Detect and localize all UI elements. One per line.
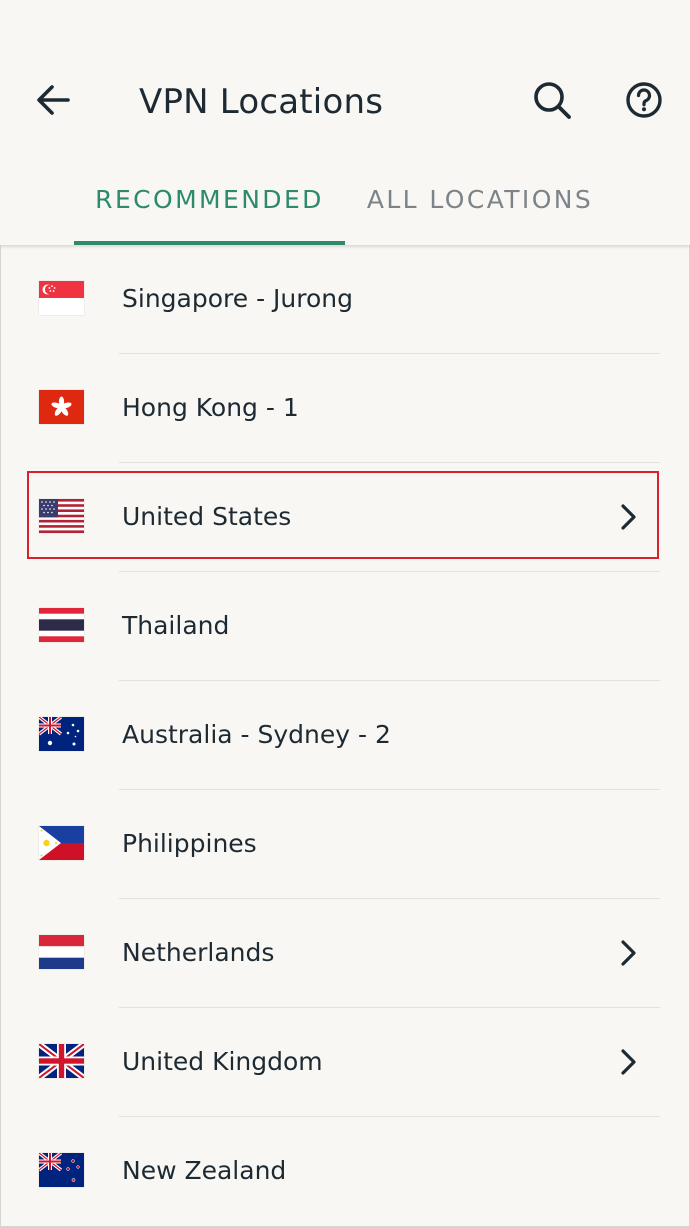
location-item-australia[interactable]: Australia - Sydney - 2: [0, 681, 690, 790]
location-item-thailand[interactable]: Thailand: [0, 572, 690, 681]
location-name: Singapore - Jurong: [122, 284, 353, 313]
help-circle-icon: [626, 82, 662, 118]
location-item-new-zealand[interactable]: New Zealand: [0, 1117, 690, 1226]
location-name: Australia - Sydney - 2: [122, 720, 391, 749]
location-name: New Zealand: [122, 1156, 287, 1185]
australia-flag-icon: [39, 717, 84, 751]
search-icon: [534, 82, 571, 119]
location-name: United Kingdom: [122, 1047, 323, 1076]
philippines-flag-icon: [39, 826, 84, 860]
new-zealand-flag-icon: [39, 1153, 84, 1187]
chevron-right-icon[interactable]: [612, 937, 644, 969]
location-item-netherlands[interactable]: Netherlands: [0, 899, 690, 1008]
location-item-united-states[interactable]: United States: [0, 463, 690, 572]
netherlands-flag-icon: [39, 935, 84, 969]
page-title: VPN Locations: [139, 82, 384, 122]
location-name: Netherlands: [122, 938, 275, 967]
active-tab-indicator: [74, 241, 345, 245]
arrow-left-icon: [37, 85, 70, 115]
location-name: Hong Kong - 1: [122, 393, 299, 422]
back-button[interactable]: [30, 78, 78, 122]
location-name: Thailand: [122, 611, 230, 640]
location-name: Philippines: [122, 829, 257, 858]
tab-recommended[interactable]: RECOMMENDED: [74, 160, 345, 244]
help-button[interactable]: [620, 76, 668, 124]
united-kingdom-flag-icon: [39, 1044, 84, 1078]
chevron-right-icon[interactable]: [612, 1046, 644, 1078]
location-name: United States: [122, 502, 292, 531]
united-states-flag-icon: [39, 499, 84, 533]
thailand-flag-icon: [39, 608, 84, 642]
location-item-united-kingdom[interactable]: United Kingdom: [0, 1008, 690, 1117]
singapore-flag-icon: [39, 281, 84, 315]
hong-kong-flag-icon: [39, 390, 84, 424]
location-item-philippines[interactable]: Philippines: [0, 790, 690, 899]
tab-all-locations[interactable]: ALL LOCATIONS: [345, 160, 615, 244]
search-button[interactable]: [528, 76, 576, 124]
location-item-hong-kong[interactable]: Hong Kong - 1: [0, 354, 690, 463]
chevron-right-icon[interactable]: [612, 501, 644, 533]
location-item-singapore[interactable]: Singapore - Jurong: [0, 245, 690, 354]
app-header: VPN Locations RECOMMENDED ALL LOCATIONS: [0, 0, 690, 245]
